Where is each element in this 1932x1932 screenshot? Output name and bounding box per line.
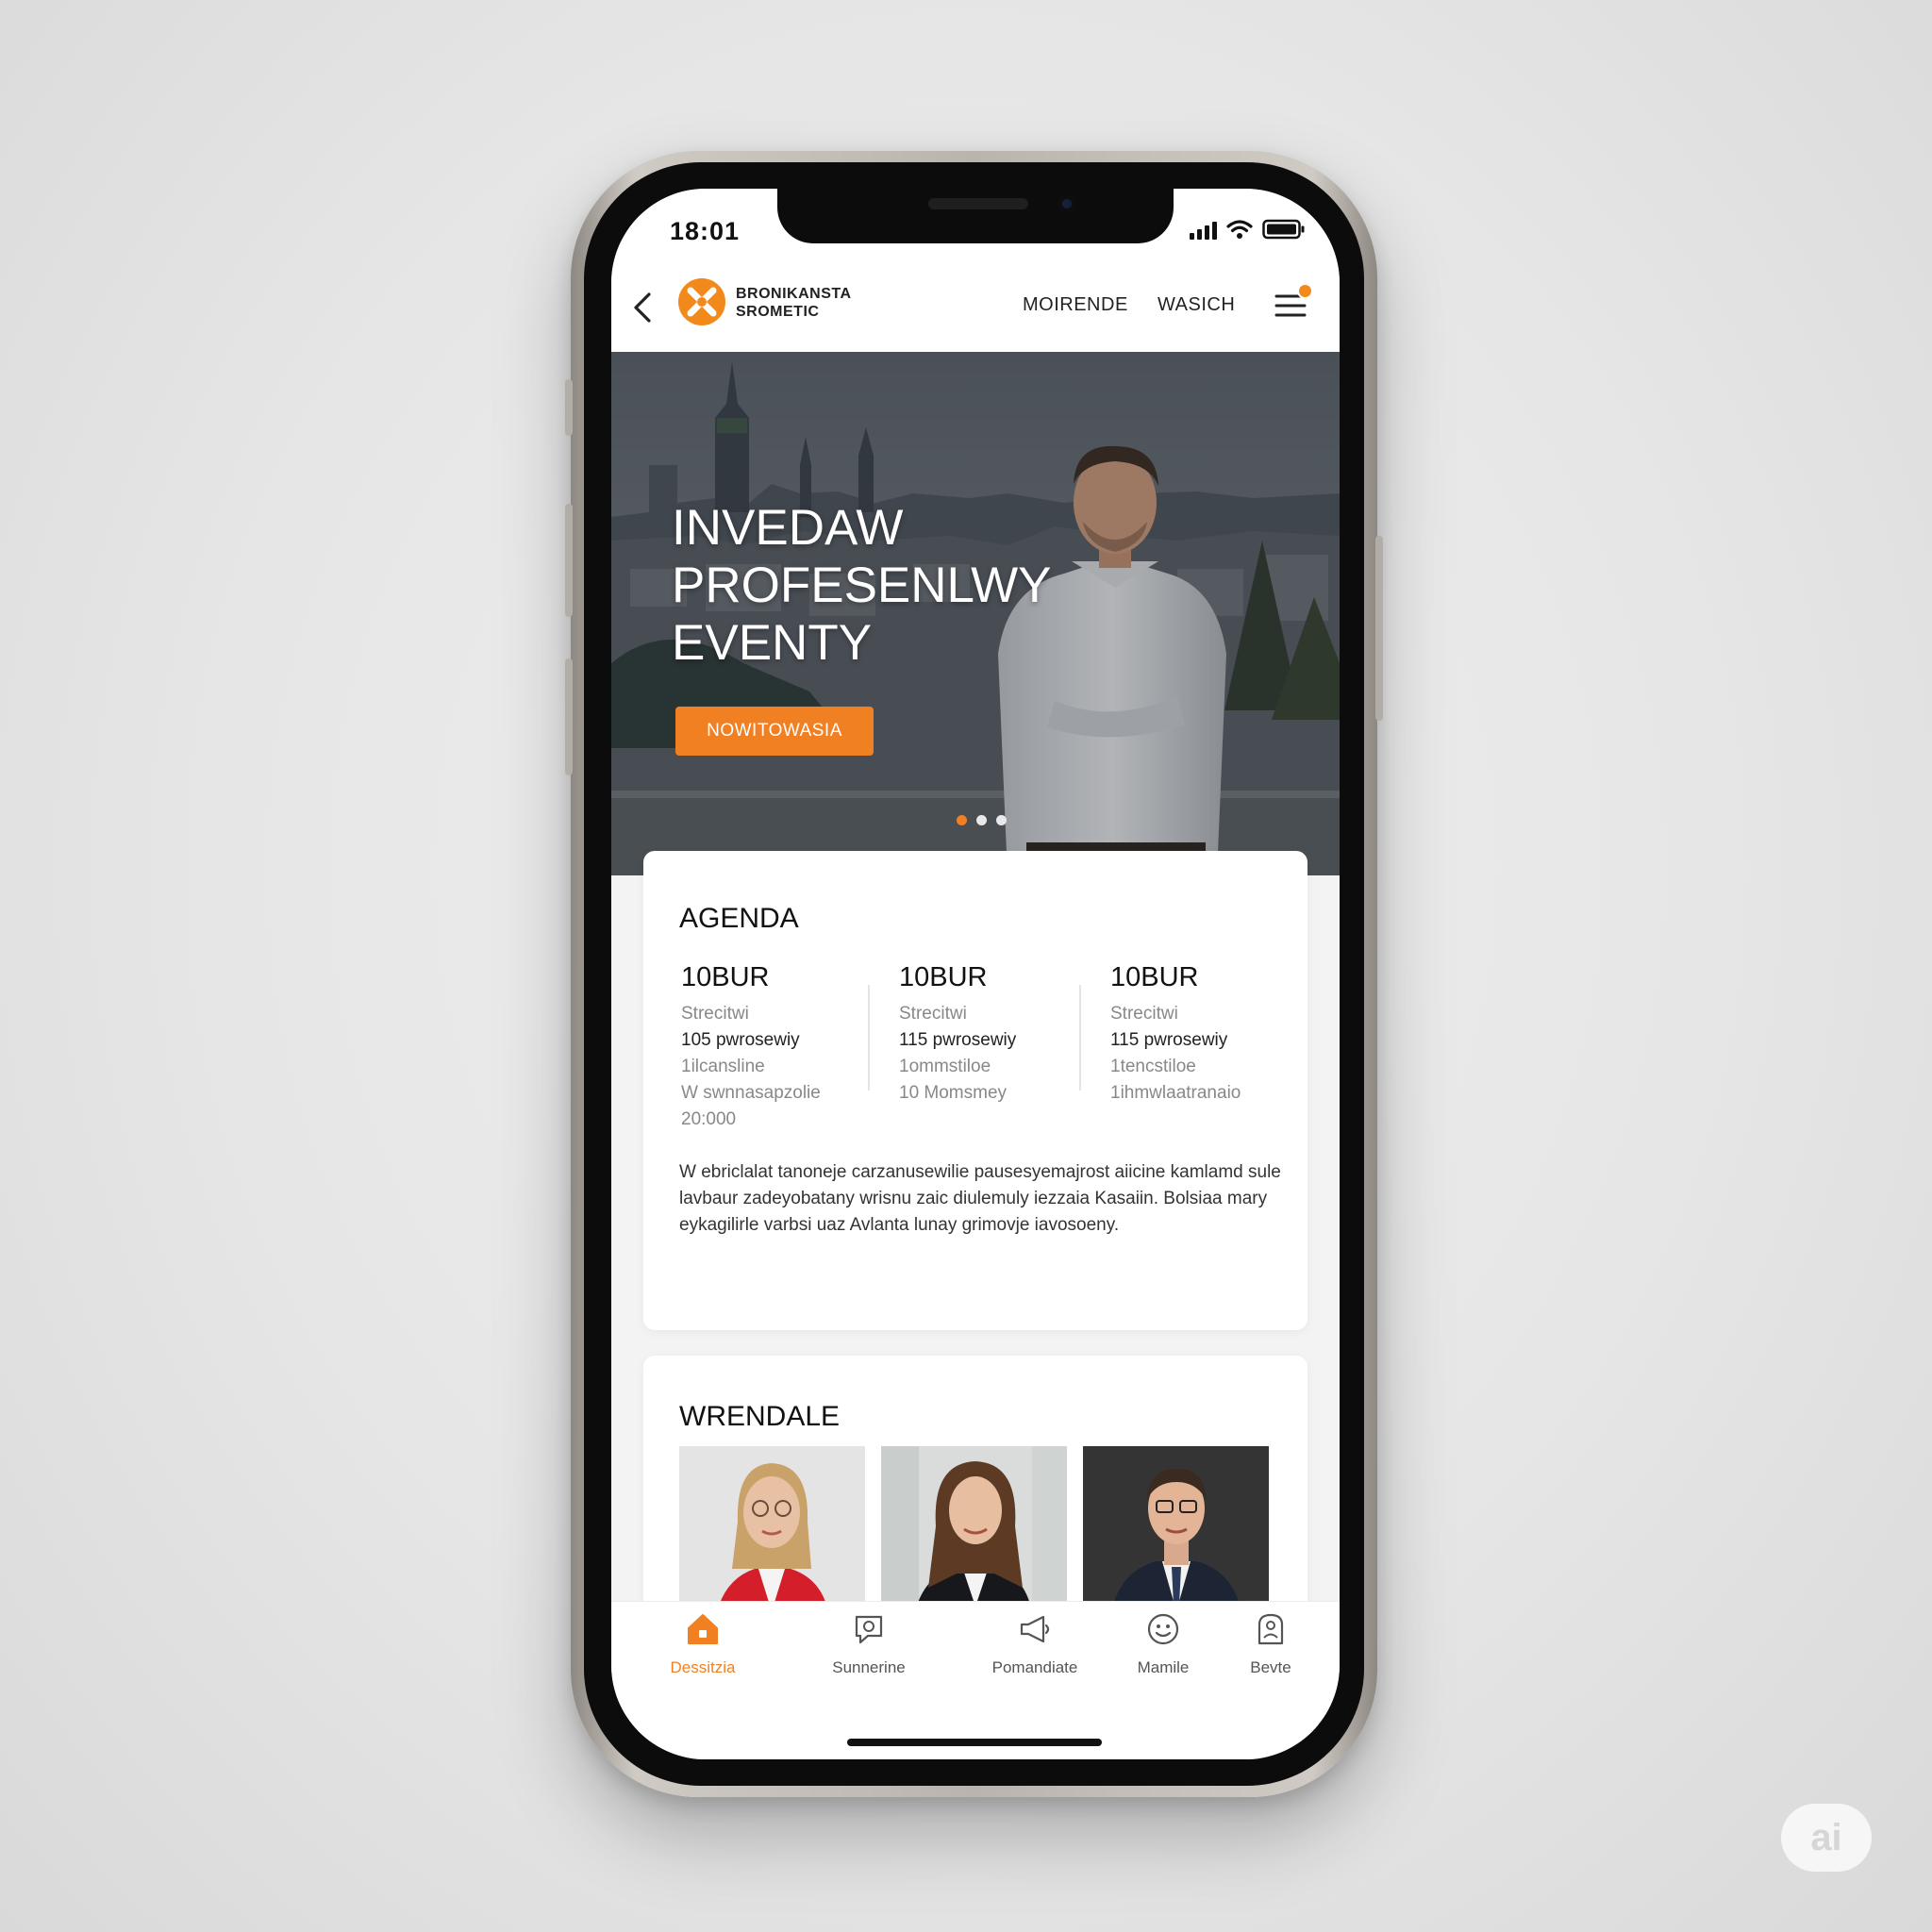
tab-5[interactable]: Bevte [1200, 1611, 1340, 1677]
phone-screen: 18:01 BRONIKANSTA SROMETIC MOIRENDE WASI… [611, 189, 1340, 1759]
ai-watermark: ai [1781, 1804, 1872, 1872]
agenda-divider [1079, 985, 1081, 1091]
hero-banner: INVEDAW PROFESENLWY EVENTY NOWITOWASIA [611, 352, 1340, 875]
agenda-title: AGENDA [679, 903, 799, 934]
notch [777, 189, 1174, 243]
agenda-line: 1tencstiloe [1110, 1057, 1196, 1076]
hero-title-line-3: EVENTY [672, 615, 873, 671]
agenda-column-2[interactable]: 10BUR Strecitwi 115 pwrosewiy 1ommstiloe… [899, 962, 1078, 1107]
brand-name: BRONIKANSTA SROMETIC [736, 285, 852, 321]
chat-bubble-icon [855, 1615, 883, 1644]
hero-title-line-1: INVEDAW [672, 500, 904, 556]
agenda-line: Strecitwi [899, 1004, 967, 1024]
status-time: 18:01 [670, 217, 741, 245]
agenda-line: 10 Momsmey [899, 1083, 1008, 1103]
home-indicator[interactable] [847, 1739, 1102, 1746]
agenda-column-3[interactable]: 10BUR Strecitwi 115 pwrosewiy 1tencstilo… [1110, 962, 1290, 1107]
carousel-dot-1[interactable] [957, 815, 967, 825]
agenda-line: 105 pwrosewiy [681, 1030, 800, 1050]
signal-icon [1190, 221, 1217, 240]
nav-link-1[interactable]: MOIRENDE [1023, 294, 1128, 316]
bottom-nav: Dessitzia Sunnerine Pomandiate Mamile Be… [611, 1601, 1340, 1759]
app-header: BRONIKANSTA SROMETIC MOIRENDE WASICH [611, 264, 1340, 352]
wifi-icon [1226, 220, 1253, 239]
power-button [1375, 536, 1383, 721]
tab-label: Pomandiate [991, 1658, 1078, 1676]
home-icon [688, 1614, 718, 1644]
battery-icon [1262, 219, 1305, 240]
hero-title: INVEDAW PROFESENLWY EVENTY [672, 499, 1051, 672]
chevron-left-icon[interactable] [626, 289, 660, 326]
megaphone-icon [1020, 1615, 1050, 1643]
agenda-line: 1ommstiloe [899, 1057, 991, 1076]
earpiece-speaker [928, 198, 1028, 209]
carousel-dots [957, 815, 1007, 825]
agenda-line: W swnnasapzolie [681, 1083, 821, 1103]
agenda-description: W ebriclalat tanoneje carzanusewilie pau… [679, 1162, 1281, 1235]
front-camera [1058, 195, 1075, 212]
agenda-line: 1ihmwlaatranaio [1110, 1083, 1241, 1103]
tab-home[interactable]: Dessitzia [632, 1611, 774, 1677]
tab-label: Bevte [1250, 1658, 1291, 1676]
status-icons [1190, 219, 1306, 240]
speaker-photo-3[interactable] [1083, 1446, 1269, 1611]
volume-down-button [565, 658, 573, 775]
agenda-line: Strecitwi [1110, 1004, 1178, 1024]
agenda-line: 115 pwrosewiy [899, 1030, 1017, 1050]
profile-icon [1257, 1613, 1284, 1645]
agenda-time: 10BUR [1110, 962, 1199, 992]
agenda-line: 115 pwrosewiy [1110, 1030, 1228, 1050]
nav-link-2[interactable]: WASICH [1158, 294, 1235, 316]
notification-badge [1297, 283, 1313, 299]
volume-up-button [565, 504, 573, 617]
speakers-title: WRENDALE [679, 1401, 841, 1432]
agenda-time: 10BUR [681, 962, 770, 992]
agenda-line: 20:000 [681, 1109, 737, 1129]
brand-line-1: BRONIKANSTA [736, 286, 852, 302]
agenda-time: 10BUR [899, 962, 988, 992]
agenda-line: 1ilcansline [681, 1057, 765, 1076]
hero-cta-button[interactable]: NOWITOWASIA [675, 707, 874, 756]
agenda-divider [868, 985, 870, 1091]
smiley-icon [1147, 1613, 1179, 1645]
tab-3[interactable]: Pomandiate [964, 1611, 1106, 1677]
mute-switch [565, 379, 573, 436]
speaker-photo-1[interactable] [679, 1446, 865, 1611]
speaker-photo-2[interactable] [881, 1446, 1067, 1611]
agenda-column-1[interactable]: 10BUR Strecitwi 105 pwrosewiy 1ilcanslin… [681, 962, 860, 1133]
brand-line-2: SROMETIC [736, 304, 820, 320]
tab-label: Sunnerine [832, 1658, 906, 1676]
tab-2[interactable]: Sunnerine [798, 1611, 940, 1677]
carousel-dot-2[interactable] [976, 815, 987, 825]
agenda-card: AGENDA 10BUR Strecitwi 105 pwrosewiy 1il… [643, 851, 1307, 1330]
carousel-dot-3[interactable] [996, 815, 1007, 825]
agenda-line: Strecitwi [681, 1004, 749, 1024]
tab-label: Dessitzia [670, 1658, 736, 1676]
x-logo-icon[interactable] [677, 277, 726, 326]
hero-title-line-2: PROFESENLWY [672, 558, 1052, 613]
